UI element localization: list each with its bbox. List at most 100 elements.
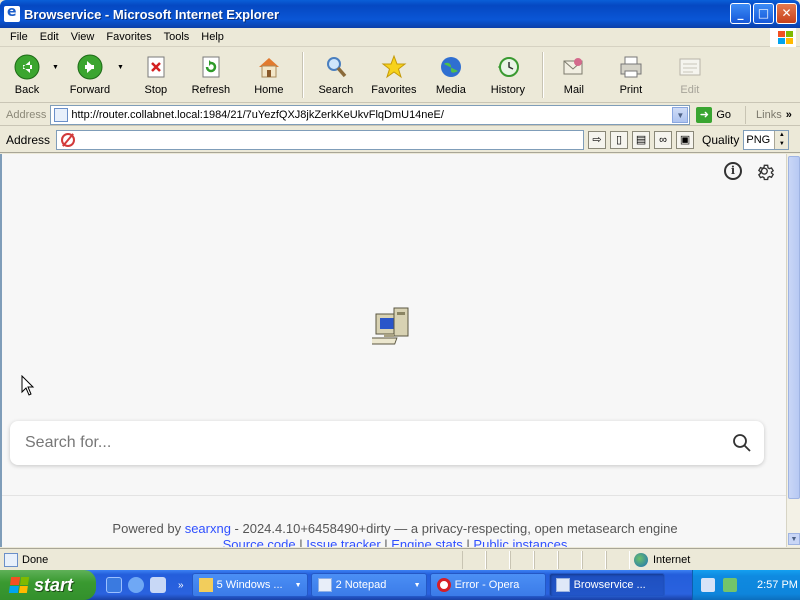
go-button[interactable]: Go [716, 109, 731, 121]
favorites-button[interactable]: Favorites [364, 48, 424, 102]
security-zone: Internet [634, 552, 691, 567]
footer-divider [2, 495, 786, 496]
start-button[interactable]: start [0, 570, 96, 600]
info-icon[interactable]: i [724, 162, 742, 180]
ie-app-icon[interactable] [4, 4, 20, 22]
url-dropdown-icon[interactable]: ▼ [672, 106, 689, 123]
address-bar: Address http://router.collabnet.local:19… [0, 104, 800, 126]
search-box [10, 421, 764, 465]
page-icon [54, 107, 69, 122]
quality-stepper[interactable]: PNG ▲ ▼ [743, 129, 790, 150]
search-toolbar-button[interactable]: Search [308, 48, 364, 102]
footer-sep: | [462, 537, 474, 547]
searxng-link[interactable]: searxng [185, 521, 231, 536]
toolbar-separator-2 [541, 52, 544, 98]
clock[interactable]: 2:57 PM [757, 579, 798, 591]
close-button[interactable]: ✕ [776, 3, 797, 24]
star-icon [381, 54, 407, 80]
go-arrow-icon[interactable]: ➜ [696, 106, 713, 123]
stop-label: Stop [144, 84, 168, 96]
volume-tray-icon[interactable] [723, 578, 737, 592]
quick-launch-chevron-icon[interactable]: » [178, 580, 184, 591]
navigate-arrow-icon[interactable]: ⇨ [588, 130, 607, 149]
task-opera[interactable]: Error - Opera [429, 573, 546, 597]
links-label[interactable]: Links [756, 109, 782, 121]
media-label: Media [435, 84, 466, 96]
home-button[interactable]: Home [240, 48, 298, 102]
menu-view[interactable]: View [65, 31, 101, 43]
start-label: start [34, 574, 74, 595]
menu-tools[interactable]: Tools [158, 31, 196, 43]
clipboard-icon[interactable]: ▣ [676, 130, 695, 149]
status-cell [582, 550, 606, 569]
print-button[interactable]: Print [600, 48, 662, 102]
mail-button[interactable]: Mail [548, 48, 600, 102]
menu-bar: File Edit View Favorites Tools Help [0, 28, 800, 47]
show-desktop-icon[interactable] [106, 577, 122, 593]
scrollbar-thumb[interactable] [788, 156, 800, 499]
status-cells [462, 550, 630, 569]
task-label: Browservice ... [573, 579, 646, 591]
media-button[interactable]: Media [424, 48, 478, 102]
no-security-icon [61, 132, 76, 147]
edit-button[interactable]: Edit [662, 48, 718, 102]
stop-icon [143, 54, 169, 80]
url-text[interactable]: http://router.collabnet.local:1984/21/7u… [71, 109, 444, 121]
history-clock-icon [495, 54, 521, 80]
url-field[interactable]: http://router.collabnet.local:1984/21/7u… [50, 104, 691, 125]
task-windows-explorer[interactable]: 5 Windows ... ▼ [191, 573, 308, 597]
refresh-button[interactable]: Refresh [182, 48, 240, 102]
network-tray-icon[interactable] [701, 578, 715, 592]
status-text: Done [22, 553, 49, 566]
forward-label: Forward [69, 84, 111, 96]
issue-tracker-link[interactable]: Issue tracker [306, 537, 380, 547]
windows-flag-icon [8, 577, 30, 593]
printer-icon [618, 54, 644, 80]
forward-dropdown-icon[interactable]: ▼ [117, 64, 124, 71]
menu-edit[interactable]: Edit [34, 31, 65, 43]
ie-quicklaunch-icon[interactable] [128, 577, 144, 593]
page-top-icons: i [724, 162, 776, 182]
plugin-address-input[interactable] [56, 129, 585, 150]
menu-help[interactable]: Help [195, 31, 230, 43]
task-label: 5 Windows ... [216, 579, 283, 591]
print-label: Print [619, 84, 643, 96]
back-button[interactable]: Back [4, 48, 50, 102]
stop-button[interactable]: Stop [130, 48, 182, 102]
media-player-quicklaunch-icon[interactable] [150, 577, 166, 593]
menu-file[interactable]: File [4, 31, 34, 43]
menu-favorites[interactable]: Favorites [100, 31, 157, 43]
task-dropdown-icon: ▼ [413, 581, 421, 589]
status-cell [606, 550, 630, 569]
quality-spin-icon[interactable]: ▲ ▼ [774, 130, 789, 149]
scroll-down-icon[interactable]: ▼ [788, 533, 800, 545]
version-text: - 2024.4.10+6458490+dirty — a privacy-re… [230, 521, 678, 536]
windows-logo-icon [770, 28, 796, 47]
forward-button[interactable]: Forward [65, 48, 115, 102]
source-code-link[interactable]: Source code [223, 537, 296, 547]
bookmark-icon[interactable]: ▯ [610, 130, 629, 149]
zone-label: Internet [653, 553, 691, 566]
search-input[interactable] [25, 434, 705, 452]
minimize-button[interactable]: _ [730, 3, 751, 24]
back-label: Back [14, 84, 40, 96]
find-binoculars-icon[interactable]: ∞ [654, 130, 673, 149]
task-buttons: 5 Windows ... ▼ 2 Notepad ▼ Error - Oper… [191, 573, 665, 597]
gear-icon[interactable] [756, 162, 776, 182]
vertical-scrollbar[interactable]: ▼ [786, 154, 800, 547]
task-notepad[interactable]: 2 Notepad ▼ [310, 573, 427, 597]
address-label: Address [6, 108, 47, 121]
search-icon[interactable] [732, 433, 752, 453]
task-browservice[interactable]: Browservice ... [548, 573, 665, 597]
window-title: Browservice - Microsoft Internet Explore… [24, 6, 280, 22]
home-label: Home [254, 84, 284, 96]
public-instances-link[interactable]: Public instances [473, 537, 567, 547]
footer-sep: | [295, 537, 307, 547]
links-chevron-icon[interactable]: » [786, 109, 792, 121]
back-dropdown-icon[interactable]: ▼ [52, 64, 59, 71]
bookmarks-list-icon[interactable]: ▤ [632, 130, 651, 149]
engine-stats-link[interactable]: Engine stats [391, 537, 463, 547]
maximize-button[interactable]: □ [753, 3, 774, 24]
history-button[interactable]: History [478, 48, 538, 102]
plugin-address-label: Address [6, 132, 51, 147]
